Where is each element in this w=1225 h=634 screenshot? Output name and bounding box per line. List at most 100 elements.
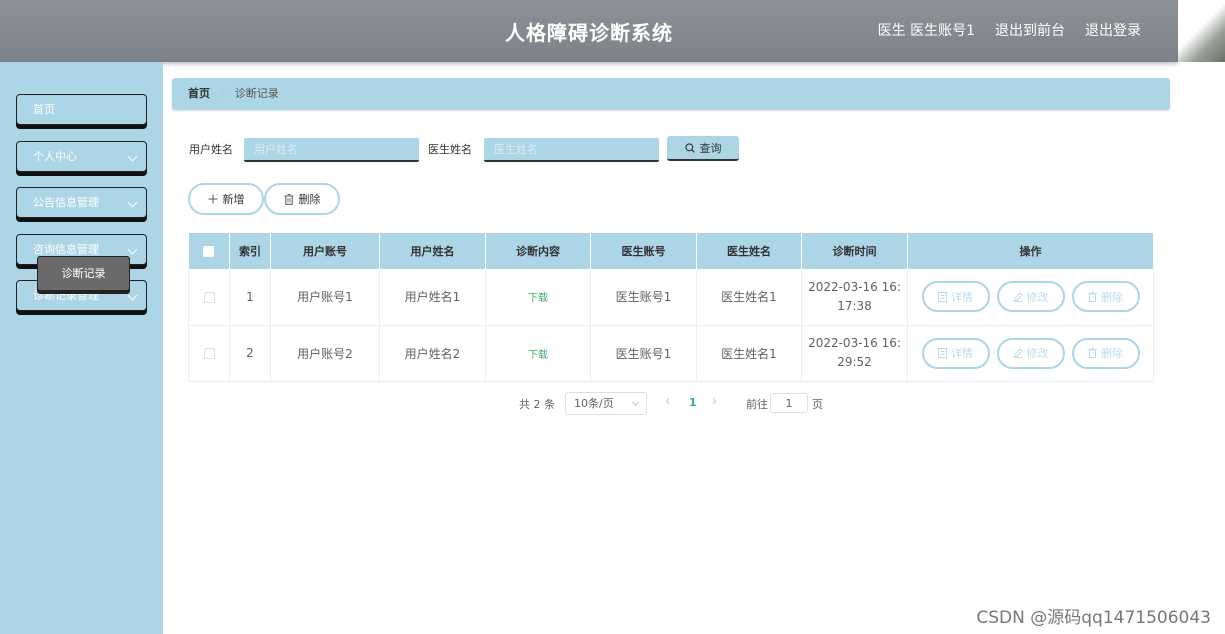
delete-button-label: 删除 (1101, 347, 1123, 360)
goto-page-input[interactable] (770, 393, 808, 413)
time-date-part: 2022-03-16 16: (808, 336, 901, 350)
add-button-label: 新增 (222, 193, 245, 206)
breadcrumb: 首页 / 诊断记录 (172, 78, 1170, 110)
delete-button-label: 删除 (1101, 290, 1123, 304)
breadcrumb-current: 诊断记录 (234, 87, 279, 100)
doctor-name-cell: 医生姓名1 (696, 269, 802, 326)
sidebar-item-personal-center[interactable]: 个人中心 (16, 141, 147, 172)
column-header: 医生姓名 (696, 233, 802, 269)
table-row: 1 用户账号1 用户姓名1 下载 医生账号1 医生姓名1 2022-03-16 … (188, 269, 1154, 326)
goto-unit-label: 页 (812, 398, 823, 411)
exit-to-front-link[interactable]: 退出到前台 (995, 20, 1065, 40)
batch-delete-button[interactable]: 删除 (264, 183, 340, 215)
prev-page-button[interactable]: ‹ (665, 394, 670, 409)
top-header: 人格障碍诊断系统 医生 医生账号1 退出到前台 退出登录 (0, 0, 1178, 62)
document-icon (938, 348, 947, 358)
sidebar-item-label: 公告信息管理 (33, 196, 99, 209)
content-cell: 下载 (485, 269, 591, 326)
page-size-value: 10条/页 (574, 397, 614, 410)
select-all-checkbox[interactable] (203, 246, 215, 257)
table-header-row: 索引 用户账号 用户姓名 诊断内容 医生账号 医生姓名 诊断时间 操作 (188, 233, 1154, 269)
detail-button-label: 详情 (951, 290, 973, 304)
detail-button-label: 详情 (951, 347, 973, 360)
chevron-down-icon (127, 244, 138, 255)
table-row: 2 用户账号2 用户姓名2 下载 医生账号1 医生姓名1 2022-03-16 … (188, 325, 1154, 382)
chevron-down-icon (127, 151, 138, 162)
chevron-down-icon (127, 290, 138, 301)
column-header: 索引 (229, 233, 271, 269)
query-button-label: 查询 (699, 141, 722, 155)
user-name-label: 用户姓名 (189, 143, 233, 156)
column-header: 诊断内容 (485, 233, 591, 269)
sidebar-item-home[interactable]: 首页 (16, 94, 147, 125)
batch-delete-button-label: 删除 (298, 193, 321, 206)
diagnosis-time-cell: 2022-03-16 16: 29:52 (801, 325, 908, 382)
detail-button[interactable]: 详情 (921, 337, 990, 369)
delete-button[interactable]: 删除 (1071, 337, 1140, 369)
document-icon (938, 291, 947, 302)
operations-cell: 详情 修改 删除 (907, 269, 1154, 326)
diagnosis-records-table: 索引 用户账号 用户姓名 诊断内容 医生账号 医生姓名 诊断时间 操作 1 用户… (188, 233, 1154, 382)
operations-cell: 详情 修改 删除 (907, 325, 1154, 382)
breadcrumb-separator: / (220, 87, 225, 100)
doctor-account-cell: 医生账号1 (590, 325, 697, 382)
total-count: 共 2 条 (519, 398, 555, 411)
doctor-account-cell: 医生账号1 (590, 269, 697, 326)
row-checkbox[interactable] (203, 348, 215, 359)
breadcrumb-home[interactable]: 首页 (188, 87, 210, 100)
row-select-cell (188, 325, 230, 382)
edit-button[interactable]: 修改 (996, 281, 1065, 313)
time-date-part: 2022-03-16 16: (808, 279, 901, 294)
index-cell: 2 (229, 325, 271, 382)
edit-button-label: 修改 (1026, 347, 1049, 360)
column-header: 操作 (907, 233, 1154, 269)
query-button[interactable]: 查询 (667, 136, 739, 161)
user-account-cell: 用户账号2 (270, 325, 380, 382)
search-icon (684, 142, 695, 153)
download-link[interactable]: 下载 (528, 293, 548, 304)
current-user-label: 医生 医生账号1 (877, 23, 975, 39)
diagnosis-time-cell: 2022-03-16 16: 17:38 (801, 269, 908, 326)
user-name-cell: 用户姓名2 (379, 325, 486, 382)
next-page-button[interactable]: › (712, 394, 717, 409)
sidebar-item-label: 咨询信息管理 (33, 243, 99, 256)
pencil-icon (1012, 348, 1023, 358)
header-nav: 医生 医生账号1 退出到前台 退出登录 (878, 20, 1141, 40)
chevron-down-icon (127, 197, 138, 208)
column-header: 用户姓名 (379, 233, 486, 269)
user-name-cell: 用户姓名1 (379, 269, 486, 326)
time-clock-part: 29:52 (837, 355, 872, 369)
sidebar-item-label: 个人中心 (33, 150, 77, 163)
doctor-name-input[interactable] (484, 138, 659, 162)
page-size-select[interactable]: 10条/页 (565, 392, 647, 415)
column-header: 用户账号 (270, 233, 380, 269)
row-checkbox[interactable] (203, 291, 215, 303)
download-link[interactable]: 下载 (528, 350, 548, 361)
row-select-cell (188, 269, 230, 326)
page-number-current[interactable]: 1 (689, 396, 697, 409)
doctor-name-cell: 医生姓名1 (696, 325, 802, 382)
plus-icon (208, 194, 217, 204)
header-background-image (1178, 0, 1225, 62)
sidebar-subitem-diagnosis-records[interactable]: 诊断记录 (37, 256, 130, 291)
sidebar-item-announcement-management[interactable]: 公告信息管理 (16, 187, 147, 218)
trash-icon (1088, 291, 1097, 302)
column-header: 诊断时间 (801, 233, 908, 269)
sidebar-item-label: 首页 (33, 103, 55, 116)
column-header: 医生账号 (590, 233, 697, 269)
doctor-name-label: 医生姓名 (428, 143, 472, 156)
delete-button[interactable]: 删除 (1071, 281, 1140, 313)
edit-button[interactable]: 修改 (996, 337, 1065, 369)
edit-button-label: 修改 (1026, 290, 1049, 304)
trash-icon (1088, 348, 1097, 358)
watermark: CSDN @源码qq1471506043 (976, 608, 1211, 628)
trash-icon (284, 193, 293, 205)
detail-button[interactable]: 详情 (921, 281, 990, 313)
index-cell: 1 (229, 269, 271, 326)
time-clock-part: 17:38 (837, 298, 872, 313)
user-name-input[interactable] (244, 138, 419, 162)
add-button[interactable]: 新增 (188, 183, 264, 215)
chevron-down-icon (631, 398, 640, 407)
content-cell: 下载 (485, 325, 591, 382)
logout-link[interactable]: 退出登录 (1085, 20, 1141, 40)
